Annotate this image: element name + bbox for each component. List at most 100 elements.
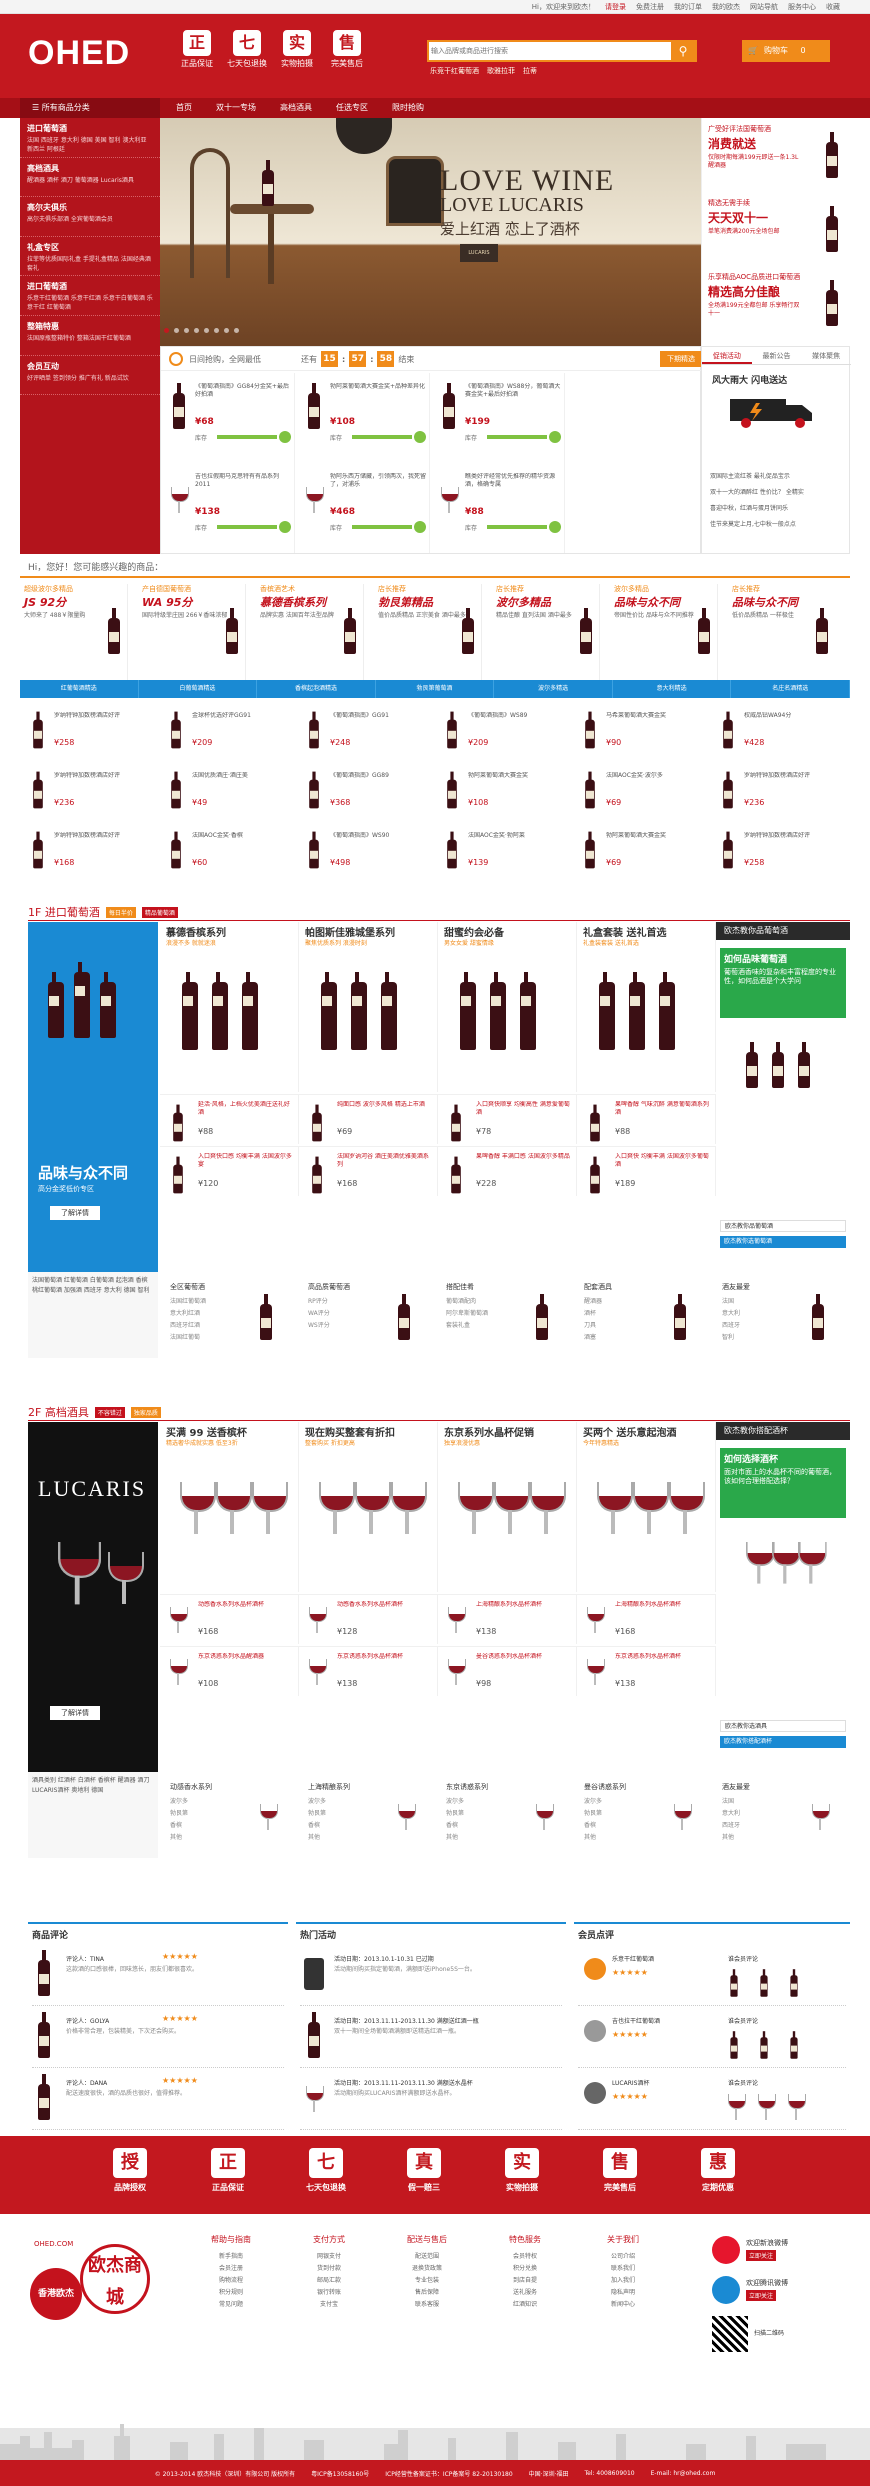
sidebar-group[interactable]: 高尔夫俱乐 高尔夫俱乐部酒 全宾葡萄酒会员 [20,197,160,237]
grid-product[interactable]: 《葡萄酒指南》GG89 ¥368 [296,762,434,820]
buy-icon[interactable] [549,431,561,443]
buy-icon[interactable] [414,431,426,443]
floor1-banner[interactable]: 品味与众不同 高分金奖低价专区 了解详情 [28,922,158,1272]
news-item[interactable]: 双国际主流红茶 最礼促品宝示 [710,469,846,485]
product-name[interactable]: 《葡萄酒指南》GG89 [330,772,428,796]
product-name[interactable]: 《葡萄酒指南》GG91 [330,712,428,736]
sidebar-subs[interactable]: 醒酒器 酒杯 酒刀 葡萄酒器 Lucaris酒具 [27,176,153,185]
bottom-block-title[interactable]: 曼谷诱惑系列 [584,1782,626,1792]
flash-item[interactable]: 吉也拉假期马克思特有有品系列2011 ¥138 库存 [161,463,295,553]
site-nav-link[interactable]: 网站导航 [750,2,778,12]
footer-links[interactable]: 会员特权 积分兑换 到店自提 送礼服务 红酒知识 [490,2251,560,2311]
grid-product[interactable]: 罗纳特钟加数榜酒店好评 ¥258 [710,822,848,880]
review-item[interactable]: 评论人：DANA ★★★★★ 配送速度很快，酒的品质也很好，值得推荐。 [32,2070,284,2130]
product-name[interactable]: 上海精酿系列水晶杯酒杯 [476,1601,570,1625]
product-name[interactable]: 罗纳特钟加数榜酒店好评 [54,712,152,736]
product-name[interactable]: 延活·风格，上档火优美酒庄送礼好酒 [198,1101,292,1125]
service-center-link[interactable]: 服务中心 [788,2,816,12]
sidebar-subs[interactable]: 拉菲等优质国际礼盒 手提礼盒精品 法国经典酒套礼 [27,255,153,273]
flash-item[interactable]: 勃阿乐西万储藏，引领两次，我死留了，对浦乐 ¥468 库存 [296,463,430,553]
member-product[interactable]: 吉也拉干红葡萄酒 [612,2016,660,2025]
grid-product[interactable]: 金球杯优选好评GG91 ¥209 [158,702,296,760]
guide-link[interactable]: 欧杰教你品葡萄酒 [720,1220,846,1232]
floor2-category-block[interactable]: 买两个 送乐意起泡酒 今年特惠精选 [577,1422,716,1592]
bottom-block-title[interactable]: 酒友最爱 [722,1282,750,1292]
tab-white[interactable]: 白葡萄酒精选 [139,680,258,698]
floor2-category-block[interactable]: 东京系列水晶杯促销 独享浪漫优惠 [438,1422,577,1592]
search-button[interactable]: ⚲ [671,42,695,60]
floor2-guide-card[interactable]: 如何选择酒杯 面对市面上的水晶杯不同的葡萄酒，该如何合理搭配选择？ [720,1448,846,1518]
bottom-block-title[interactable]: 全区葡萄酒 [170,1282,205,1292]
recommend-card[interactable]: 超级波尔多精品 JS 92分 大师来了 488￥限量购 [24,584,128,684]
weibo-icon[interactable] [712,2236,740,2264]
product-name[interactable]: 法国罗讷河谷 酒庄美酒优雅美酒系列 [337,1153,431,1177]
floor1-category-title[interactable]: 慕德香槟系列 [166,924,226,939]
floor1-product[interactable]: 入口爽快口感 均衡丰满 法国波尔多宴 ¥120 [160,1146,299,1196]
product-name[interactable]: 罗纳特钟加数榜酒店好评 [744,772,842,796]
floor2-product[interactable]: 上海精酿系列水晶杯酒杯 ¥168 [577,1594,716,1644]
hot-word[interactable]: 歌雅拉菲 [487,66,515,76]
floor2-product[interactable]: 动感香水系列水晶杯酒杯 ¥128 [299,1594,438,1644]
product-name[interactable]: 罗纳特钟加数榜酒店好评 [744,832,842,856]
bottom-block-links[interactable]: RP评分 WA评分 WS评分 [308,1296,330,1332]
product-name[interactable]: 东京诱惑系列水晶醒酒器 [198,1653,292,1677]
footer-links[interactable]: 公司介绍 联系我们 加入我们 隐私声明 新闻中心 [588,2251,658,2311]
nav-double11[interactable]: 双十一专场 [204,98,268,118]
service-item[interactable]: 授品牌授权 [100,2148,160,2193]
service-item[interactable]: 正正品保证 [198,2148,258,2193]
floor1-product[interactable]: 入口爽快 均衡丰满 法国波尔多葡萄酒 ¥189 [577,1146,716,1196]
floor2-product[interactable]: 曼谷诱惑系列水晶杯酒杯 ¥98 [438,1646,577,1696]
cart-button[interactable]: 🛒 购物车 0 [742,40,830,62]
review-item[interactable]: 评论人：TINA ★★★★★ 这款酒的口感很棒，回味悠长，朋友们都很喜欢。 [32,1946,284,2006]
floor1-product[interactable]: 延活·风格，上档火优美酒庄送礼好酒 ¥88 [160,1094,299,1144]
floor1-category-title[interactable]: 帕图斯佳雅城堡系列 [305,924,395,939]
sidebar-group[interactable]: 会员互动 好评晒单 签到领分 推广有礼 新品试饮 [20,356,160,396]
floor1-category-block[interactable]: 甜蜜约会必备 男女女爱 甜蜜情缘 [438,922,577,1092]
service-item[interactable]: 实实物拍摄 [492,2148,552,2193]
footer-logo[interactable]: 香港欧杰 欧杰商城 OHED.COM [30,2234,160,2354]
tab-italy[interactable]: 意大利精选 [613,680,732,698]
bottom-block-links[interactable]: 波尔多 勃艮第 香槟 其他 [170,1796,188,1844]
buy-icon[interactable] [549,521,561,533]
product-name[interactable]: 法国AOC金奖·香槟 [192,832,290,856]
floor2-guide-header[interactable]: 欧杰教你搭配酒杯 [716,1422,850,1440]
review-item[interactable]: 评论人：GOLYA ★★★★★ 价格非常合理，包装精美，下次还会购买。 [32,2008,284,2068]
grid-product[interactable]: 法国AOC金奖·勃阿莱 ¥139 [434,822,572,880]
floor1-category-block[interactable]: 礼盒套装 送礼首选 礼盒装套装 送礼首选 [577,922,716,1092]
product-name[interactable]: 果啤香醇 气味沉醉 满意葡萄酒系列酒 [615,1101,709,1125]
footer-links[interactable]: 网银支付 货到付款 邮局汇款 银行转账 支付宝 [294,2251,364,2311]
news-item[interactable]: 喜迎中秋，红酒与蛋月饼同乐 [710,501,846,517]
floor-tag[interactable]: 每日半价 [105,906,136,918]
bottom-block-links[interactable]: 波尔多 勃艮第 香槟 其他 [308,1796,326,1844]
floor2-category-title[interactable]: 买满 99 送香槟杯 [166,1424,247,1439]
tab-promotions[interactable]: 促销活动 [702,347,752,364]
flash-item[interactable]: 《葡萄酒指南》WS88分，葡萄酒大赛金奖+最后好拍酒 ¥199 库存 [431,373,565,463]
product-name[interactable]: 上海精酿系列水晶杯酒杯 [615,1601,709,1625]
product-name[interactable]: 纯面口感 波尔多风格 精选上市酒 [337,1101,431,1125]
floor1-product[interactable]: 果啤香醇 气味沉醉 满意葡萄酒系列酒 ¥88 [577,1094,716,1144]
product-name[interactable]: 罗纳特钟加数榜酒店好评 [54,832,152,856]
item-name[interactable]: 《葡萄酒指南》WS88分，葡萄酒大赛金奖+最后好拍酒 [465,383,561,415]
promo-card[interactable]: 广受好评法国葡萄酒 消费就送 仅限时期每满199元即送一条1.3L醒酒器 [708,124,848,194]
grid-product[interactable]: 马希莱葡萄酒大赛金奖 ¥90 [572,702,710,760]
product-name[interactable]: 法国AOC金奖·波尔多 [606,772,704,796]
grid-product[interactable]: 权威品钻WA94分 ¥428 [710,702,848,760]
floor1-guide-card[interactable]: 如何品味葡萄酒 葡萄酒香味的复杂和丰富程度的专业性，如何品酒是个大学问 [720,948,846,1018]
buy-icon[interactable] [279,431,291,443]
news-hero-title[interactable]: 风大雨大 闪电送达 [712,373,787,386]
my-orders-link[interactable]: 我的订单 [674,2,702,12]
bottom-block-title[interactable]: 上海精酿系列 [308,1782,350,1792]
floor2-category-block[interactable]: 买满 99 送香槟杯 精选奢华成就实惠 低至3折 [160,1422,299,1592]
member-review-item[interactable]: LUCARIS酒杯 谁会员评论 ★★★★★ [578,2070,846,2130]
guide-link[interactable]: 欧杰教你搭配酒杯 [720,1736,846,1748]
product-name[interactable]: 东京诱惑系列水晶杯酒杯 [615,1653,709,1677]
bottom-block-title[interactable]: 动感香水系列 [170,1782,212,1792]
floor-quick-links[interactable]: 法国葡萄酒 红葡萄酒 白葡萄酒 起泡酒 香槟 桃红葡萄酒 加强酒 西班牙 意大利… [28,1272,158,1358]
floor1-category-title[interactable]: 礼盒套装 送礼首选 [583,924,666,939]
floor2-category-block[interactable]: 现在购买整套有折扣 整套购买 折扣更高 [299,1422,438,1592]
bottom-block-links[interactable]: 法国 意大利 西班牙 其他 [722,1796,740,1844]
service-item[interactable]: 真假一赔三 [394,2148,454,2193]
nav-flash-sale[interactable]: 限时抢购 [380,98,436,118]
floor-quick-links[interactable]: 酒具类别 红酒杯 白酒杯 香槟杯 醒酒器 酒刀 LUCARIS酒杯 奥地利 德国 [28,1772,158,1858]
event-item[interactable]: 活动日期：2013.11.11-2013.11.30 满额送红酒一瓶 双十一期间全… [300,2008,562,2068]
